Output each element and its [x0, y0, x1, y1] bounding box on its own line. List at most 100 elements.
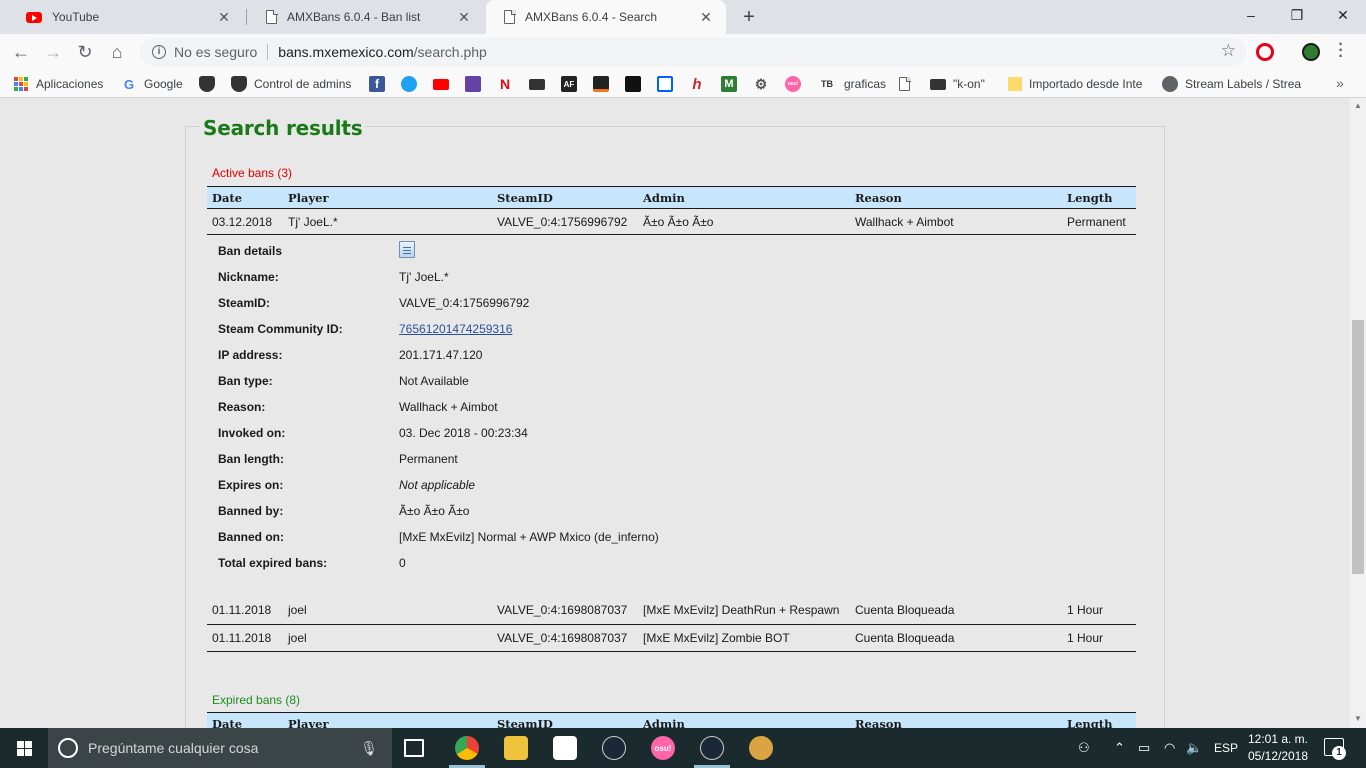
bookmark-shield[interactable] [199, 75, 222, 93]
steam-icon[interactable] [700, 736, 724, 760]
table-row[interactable]: 03.12.2018 Tj' JoeL.* VALVE_0:4:17569967… [207, 208, 1136, 235]
home-button[interactable]: ⌂ [106, 41, 128, 63]
wifi-icon[interactable]: ◠ [1164, 728, 1175, 768]
taskbar-search-input[interactable]: Pregúntame cualquier cosa [88, 740, 360, 756]
table-row[interactable]: 01.11.2018 joel VALVE_0:4:1698087037 [Mx… [207, 624, 1136, 652]
battery-icon[interactable]: ▭ [1138, 728, 1150, 768]
detail-row: Banned by: Ã±o Ã±o Ã±o [207, 498, 1136, 524]
close-window-button[interactable]: ✕ [1320, 4, 1366, 26]
column-header: Reason [850, 186, 1062, 209]
ban-reason: Wallhack + Aimbot [850, 208, 1062, 235]
reload-button[interactable]: ↻ [74, 41, 96, 63]
bookmark-netflix[interactable]: N [497, 75, 520, 93]
m-icon: M [721, 76, 737, 92]
page-icon [504, 9, 516, 24]
bookmark-star-icon[interactable]: ☆ [1221, 41, 1236, 61]
column-header: Player [283, 186, 492, 209]
file-explorer-icon[interactable] [504, 736, 528, 760]
page-viewport: Search results Active bans (3) Date Play… [0, 98, 1350, 728]
more-bookmarks-icon[interactable]: » [1336, 75, 1344, 91]
scroll-thumb[interactable] [1352, 320, 1364, 574]
detail-value: Permanent [399, 452, 458, 466]
bookmark-page[interactable] [899, 75, 911, 93]
steam-community-link[interactable]: 76561201474259316 [399, 322, 512, 336]
bookmark-graficas[interactable]: TB graficas [817, 75, 886, 93]
forward-button[interactable]: → [42, 41, 64, 63]
active-bans-table: Date Player SteamID Admin Reason Length … [207, 186, 1136, 235]
bookmark-twitch[interactable] [465, 75, 488, 93]
bookmark-hentai[interactable]: h [689, 75, 712, 93]
bookmark-crunchyroll[interactable] [593, 75, 616, 93]
start-button[interactable] [0, 728, 48, 768]
ban-details-button[interactable] [399, 241, 415, 261]
column-header: Admin [638, 712, 850, 728]
maximize-button[interactable]: ❐ [1274, 4, 1320, 26]
opera-extension-icon[interactable] [1256, 43, 1274, 61]
ban-admin: [MxE MxEvilz] DeathRun + Respawn [638, 597, 850, 625]
people-icon[interactable]: ⚇ [1078, 728, 1090, 768]
bookmark-video[interactable] [529, 75, 552, 93]
vertical-scrollbar[interactable]: ▲ ▼ [1350, 98, 1366, 728]
address-bar[interactable]: i No es seguro bans.mxemexico.com /searc… [140, 38, 1246, 66]
minimize-button[interactable]: – [1228, 4, 1274, 26]
close-icon[interactable]: ✕ [216, 9, 232, 26]
tab-youtube[interactable]: YouTube ✕ [8, 0, 244, 34]
ban-date: 03.12.2018 [207, 208, 283, 235]
tab-ban-list[interactable]: AMXBans 6.0.4 - Ban list ✕ [248, 0, 484, 34]
bookmark-af[interactable]: AF [561, 75, 584, 93]
column-header: SteamID [492, 186, 638, 209]
bookmark-control-admins[interactable]: Control de admins [231, 75, 351, 93]
ban-reason: Cuenta Bloqueada [850, 597, 1062, 625]
close-icon[interactable]: ✕ [698, 9, 714, 26]
bookmark-m[interactable]: M [721, 75, 744, 93]
volume-icon[interactable]: 🔈 [1186, 728, 1202, 768]
expired-bans-table: Date Player SteamID Admin Reason Length [207, 712, 1136, 728]
bookmark-osu[interactable]: osu! [785, 75, 808, 93]
ban-date: 01.11.2018 [207, 624, 283, 652]
bookmark-dropbox[interactable] [657, 75, 680, 93]
bookmark-apps[interactable]: Aplicaciones [14, 75, 103, 93]
detail-label: Expires on: [218, 478, 284, 492]
bookmark-imported-folder[interactable]: Importado desde Inte [1008, 75, 1144, 93]
new-tab-button[interactable]: + [738, 6, 760, 29]
bookmark-label: Control de admins [254, 77, 352, 91]
profile-avatar[interactable] [1302, 43, 1320, 61]
language-indicator[interactable]: ESP [1214, 728, 1238, 768]
bookmark-google[interactable]: G Google [121, 75, 183, 93]
tab-separator [246, 9, 247, 25]
detail-label: Ban type: [218, 374, 273, 388]
detail-row: Ban length: Permanent [207, 446, 1136, 472]
taskbar-search[interactable]: Pregúntame cualquier cosa 🎙 [48, 728, 392, 768]
steam-icon[interactable] [602, 736, 626, 760]
task-view-icon[interactable] [404, 739, 424, 757]
store-icon[interactable] [553, 736, 577, 760]
osu-icon[interactable]: osu! [651, 736, 675, 760]
bookmark-youtube[interactable] [433, 75, 456, 93]
apps-grid-icon [14, 77, 28, 91]
crunchyroll-icon [593, 76, 609, 92]
table-row[interactable]: 01.11.2018 joel VALVE_0:4:1698087037 [Mx… [207, 597, 1136, 625]
tab-search[interactable]: AMXBans 6.0.4 - Search ✕ [486, 0, 726, 34]
bookmark-facebook[interactable]: f [369, 75, 392, 93]
bookmark-stream-labels[interactable]: Stream Labels / Strea [1162, 75, 1321, 93]
scroll-up-icon[interactable]: ▲ [1354, 101, 1362, 110]
microphone-icon[interactable]: 🎙 [360, 740, 378, 757]
bookmark-site[interactable] [625, 75, 648, 93]
bookmark-gear[interactable]: ⚙ [753, 75, 776, 93]
box-icon [657, 76, 673, 92]
bookmark-kon[interactable]: "k-on" [930, 75, 985, 93]
system-clock[interactable]: 12:01 a. m. 05/12/2018 [1240, 731, 1316, 765]
info-icon[interactable]: i [152, 45, 166, 59]
tb-icon: TB [821, 79, 833, 89]
chrome-icon[interactable] [455, 736, 479, 760]
scroll-down-icon[interactable]: ▼ [1354, 714, 1362, 723]
close-icon[interactable]: ✕ [456, 9, 472, 26]
paint-icon[interactable] [749, 736, 773, 760]
back-button[interactable]: ← [10, 41, 32, 63]
menu-icon[interactable]: · · · [1336, 37, 1346, 65]
detail-row: Expires on: Not applicable [207, 472, 1136, 498]
bookmark-twitter[interactable] [401, 75, 424, 93]
expired-bans-title: Expired bans (8) [212, 693, 301, 707]
show-hidden-icons[interactable]: ⌃ [1114, 728, 1125, 768]
detail-label: Invoked on: [218, 426, 286, 440]
